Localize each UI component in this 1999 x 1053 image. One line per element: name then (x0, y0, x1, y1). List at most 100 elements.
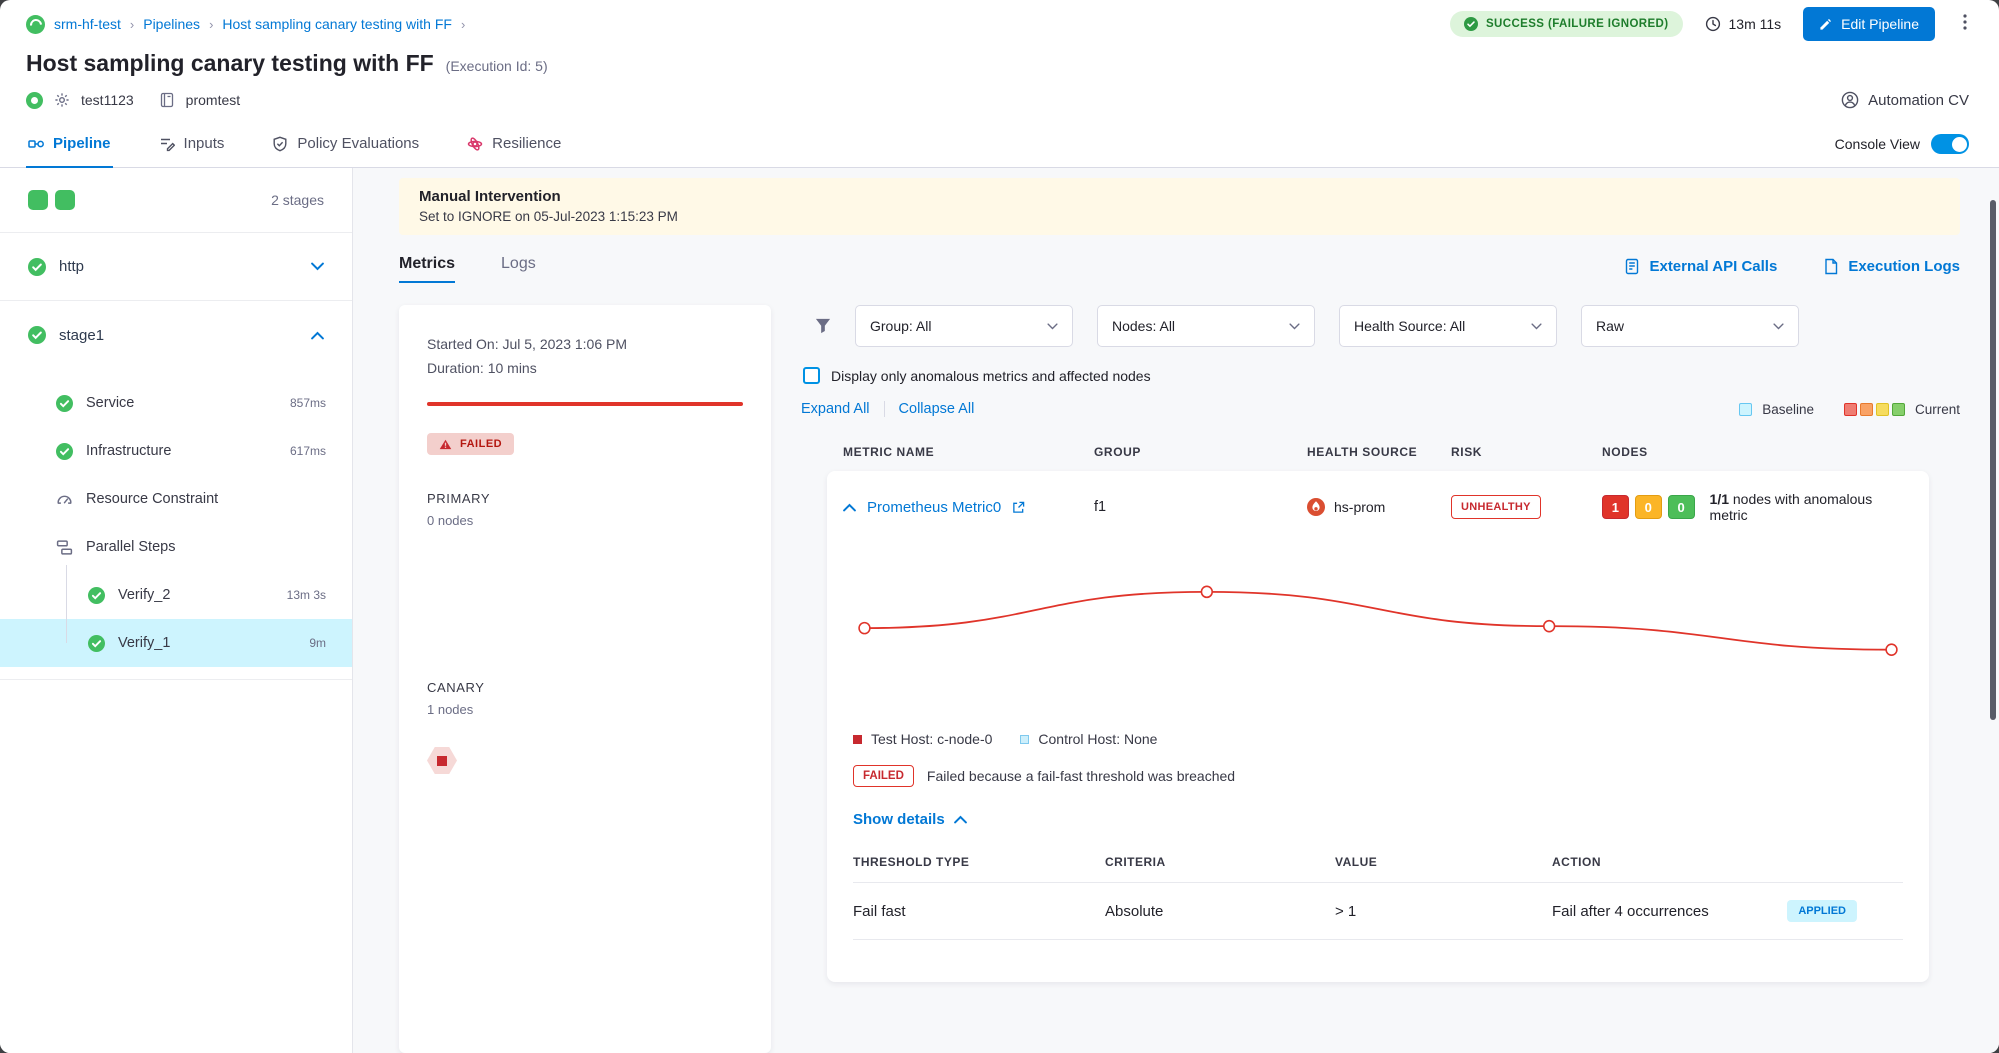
step-duration: 9m (309, 636, 326, 650)
gear-icon (54, 92, 70, 108)
anomalous-checkbox-label: Display only anomalous metrics and affec… (831, 368, 1151, 384)
verification-summary-card: Started On: Jul 5, 2023 1:06 PM Duration… (399, 305, 771, 1053)
value-value: > 1 (1335, 903, 1552, 920)
collapse-all-link[interactable]: Collapse All (899, 401, 975, 417)
pipeline-icon (28, 136, 44, 152)
warning-triangle-icon (439, 439, 452, 450)
clock-icon (1705, 16, 1721, 32)
meta-row: test1123 promtest Automation CV (0, 77, 1999, 121)
group-filter-select[interactable]: Group: All (855, 305, 1073, 347)
sidebar-stage-stage1[interactable]: stage1 (0, 301, 352, 369)
criteria-value: Absolute (1105, 903, 1335, 920)
metric-chart-container (827, 543, 1929, 719)
tab-inputs[interactable]: Inputs (157, 121, 227, 167)
step-infrastructure-label: Infrastructure (86, 443, 171, 459)
execution-id: (Execution Id: 5) (446, 58, 548, 74)
col-criteria: CRITERIA (1105, 855, 1335, 869)
canary-label: CANARY (427, 680, 743, 695)
breadcrumb-page[interactable]: Host sampling canary testing with FF (222, 16, 452, 32)
health-source-filter-value: Health Source: All (1354, 318, 1465, 334)
console-view-toggle[interactable] (1931, 134, 1969, 154)
step-verify-1[interactable]: Verify_1 9m (0, 619, 352, 667)
step-parallel-steps[interactable]: Parallel Steps (0, 523, 352, 571)
primary-node-count: 0 nodes (427, 513, 743, 528)
api-doc-icon (1624, 258, 1640, 275)
health-source-name: hs-prom (1334, 499, 1385, 515)
sidebar-stage-http[interactable]: http (0, 233, 352, 301)
current-red-swatch (1844, 403, 1857, 416)
success-check-icon (56, 443, 73, 460)
view-mode-select[interactable]: Raw (1581, 305, 1799, 347)
group-filter-value: Group: All (870, 318, 931, 334)
anomalous-checkbox[interactable] (803, 367, 820, 384)
check-circle-icon (1464, 17, 1478, 31)
external-api-calls-link[interactable]: External API Calls (1624, 258, 1777, 275)
tab-metrics[interactable]: Metrics (399, 255, 455, 283)
step-duration: 13m 3s (287, 588, 326, 602)
more-options-menu[interactable] (1957, 10, 1973, 39)
filter-funnel-icon[interactable] (815, 318, 831, 334)
nodes-summary: 1/1 nodes with anomalous metric (1710, 491, 1913, 523)
content-row: Started On: Jul 5, 2023 1:06 PM Duration… (399, 305, 1960, 1053)
step-resource-constraint[interactable]: Resource Constraint (0, 475, 352, 523)
shield-check-icon (272, 136, 288, 152)
project-logo-icon (26, 15, 45, 34)
repo-name[interactable]: promtest (186, 92, 240, 108)
control-host-legend: Control Host: None (1020, 731, 1157, 747)
inputs-icon (159, 136, 175, 152)
col-action: ACTION (1552, 855, 1903, 869)
chevron-down-icon[interactable] (311, 262, 324, 271)
breadcrumb-project[interactable]: srm-hf-test (54, 16, 121, 32)
tab-resilience[interactable]: Resilience (465, 121, 563, 167)
health-source-filter-select[interactable]: Health Source: All (1339, 305, 1557, 347)
chevron-down-icon (1047, 323, 1058, 330)
metric-group: f1 (1094, 499, 1307, 515)
step-verify-2[interactable]: Verify_2 13m 3s (0, 571, 352, 619)
page-scrollbar[interactable] (1990, 200, 1996, 720)
tab-inputs-label: Inputs (184, 135, 225, 152)
control-host-label: Control Host: None (1038, 731, 1157, 747)
canary-node-count: 1 nodes (427, 702, 743, 717)
step-parallel-steps-label: Parallel Steps (86, 539, 175, 555)
external-link-icon[interactable] (1012, 501, 1025, 514)
service-name[interactable]: test1123 (81, 92, 134, 108)
nodes-filter-select[interactable]: Nodes: All (1097, 305, 1315, 347)
resilience-icon (467, 136, 483, 152)
control-host-swatch (1020, 735, 1029, 744)
unhealthy-node-count[interactable]: 1 (1602, 495, 1629, 519)
collapse-metric-button[interactable] (843, 503, 856, 512)
test-host-swatch (853, 735, 862, 744)
title-row: Host sampling canary testing with FF (Ex… (0, 42, 1999, 77)
logs-doc-icon (1823, 258, 1839, 275)
risk-badge: UNHEALTHY (1451, 495, 1541, 519)
tab-pipeline[interactable]: Pipeline (26, 121, 113, 167)
edit-pipeline-button[interactable]: Edit Pipeline (1803, 7, 1935, 41)
chevron-up-icon[interactable] (311, 331, 324, 340)
expand-all-link[interactable]: Expand All (801, 401, 870, 417)
step-duration: 857ms (290, 396, 326, 410)
failed-message: Failed because a fail-fast threshold was… (927, 768, 1235, 784)
tab-logs[interactable]: Logs (501, 255, 536, 283)
show-details-link[interactable]: Show details (853, 811, 967, 828)
tab-policy-evaluations[interactable]: Policy Evaluations (270, 121, 421, 167)
metric-name-link[interactable]: Prometheus Metric0 (867, 499, 1001, 516)
content-tabbar: Metrics Logs External API Calls Executio… (399, 255, 1960, 283)
col-health-source: HEALTH SOURCE (1307, 445, 1451, 459)
success-check-icon (28, 326, 46, 344)
console-view-control: Console View (1835, 134, 1969, 154)
observe-node-count[interactable]: 0 (1635, 495, 1662, 519)
step-service-label: Service (86, 395, 134, 411)
current-swatches (1844, 403, 1905, 416)
step-service[interactable]: Service 857ms (0, 379, 352, 427)
metric-row[interactable]: Prometheus Metric0 f1 hs-prom UNHEALTHY … (827, 471, 1929, 543)
status-badge-label: SUCCESS (FAILURE IGNORED) (1486, 18, 1669, 30)
stage-http-label: http (59, 258, 84, 275)
healthy-node-count[interactable]: 0 (1668, 495, 1695, 519)
edit-pipeline-label: Edit Pipeline (1841, 16, 1919, 32)
execution-logs-link[interactable]: Execution Logs (1823, 258, 1960, 275)
breadcrumb-pipelines[interactable]: Pipelines (143, 16, 200, 32)
canary-node-hexagon[interactable] (427, 747, 457, 774)
step-infrastructure[interactable]: Infrastructure 617ms (0, 427, 352, 475)
topbar-actions: SUCCESS (FAILURE IGNORED) 13m 11s Edit P… (1450, 7, 1973, 41)
progress-bar (427, 402, 743, 406)
